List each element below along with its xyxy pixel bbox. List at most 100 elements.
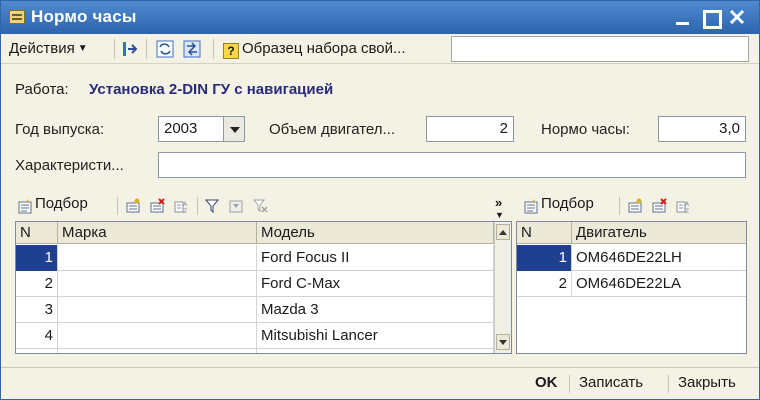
help-label: Образец набора свой...	[242, 40, 406, 57]
scroll-up-button[interactable]	[496, 224, 510, 240]
engine-volume-label: Объем двигател...	[269, 121, 396, 138]
svg-text:Z: Z	[685, 208, 689, 214]
right-pick-button[interactable]: Подбор	[541, 195, 594, 212]
sort-icon[interactable]: A Z	[675, 198, 691, 214]
chevron-down-icon: ▼	[495, 210, 504, 220]
right-grid-header: N Двигатель	[517, 222, 746, 244]
toolbar-search-input[interactable]	[451, 36, 749, 62]
svg-text:A: A	[685, 201, 690, 208]
toolbar-separator	[117, 197, 118, 215]
column-header-brand[interactable]: Марка	[58, 222, 257, 244]
brand-cell[interactable]	[58, 323, 257, 349]
model-cell[interactable]	[257, 349, 494, 353]
help-icon: ?	[223, 43, 239, 59]
svg-text:Z: Z	[183, 208, 187, 214]
window-title: Нормо часы	[31, 7, 137, 26]
clear-filter-icon[interactable]	[252, 198, 268, 214]
row-number[interactable]	[16, 349, 58, 353]
engine-volume-field[interactable]: 2	[426, 116, 514, 142]
ok-button[interactable]: OK	[535, 374, 558, 391]
row-number[interactable]: 4	[16, 323, 58, 349]
bottom-bar: OK Записать Закрыть	[1, 367, 759, 399]
table-row[interactable]: 2 OM646DE22LA	[517, 271, 746, 297]
right-grid: N Двигатель 1 OM646DE22LH 2 OM646DE22LA	[516, 221, 747, 354]
engine-cell[interactable]: OM646DE22LA	[572, 271, 746, 297]
help-button[interactable]: ? Образец набора свой...	[223, 40, 406, 59]
chevron-down-icon: ▼	[77, 43, 88, 54]
brand-cell[interactable]	[58, 349, 257, 353]
characteristics-label: Характеристи...	[15, 157, 124, 174]
work-label: Работа:	[15, 81, 69, 98]
engine-cell[interactable]: OM646DE22LH	[572, 245, 746, 271]
model-cell[interactable]: Ford C-Max	[257, 271, 494, 297]
sort-icon[interactable]: A Z	[173, 198, 189, 214]
table-row[interactable]: 2 Ford C-Max	[16, 271, 494, 297]
close-window-button[interactable]	[725, 5, 749, 29]
select-icon[interactable]	[122, 40, 140, 58]
characteristics-field[interactable]	[158, 152, 746, 178]
table-row[interactable]: 4 Mitsubishi Lancer	[16, 323, 494, 349]
refresh-icon[interactable]	[156, 40, 174, 58]
toolbar-separator	[197, 197, 198, 215]
window: Нормо часы Действия ▼ ? Образец набора с…	[0, 0, 760, 400]
scroll-down-button[interactable]	[496, 334, 510, 350]
button-separator	[668, 375, 669, 393]
delete-row-icon[interactable]	[651, 198, 667, 214]
add-row-icon[interactable]	[627, 198, 643, 214]
left-pick-button[interactable]: Подбор	[35, 195, 88, 212]
model-cell[interactable]: Mitsubishi Lancer	[257, 323, 494, 349]
save-button[interactable]: Записать	[579, 374, 643, 391]
maximize-button[interactable]	[698, 5, 722, 29]
table-row[interactable]	[16, 349, 494, 353]
column-header-engine[interactable]: Двигатель	[572, 222, 746, 244]
toolbar-separator	[619, 197, 620, 215]
year-field[interactable]: 2003	[158, 116, 224, 142]
row-number[interactable]: 1	[16, 245, 58, 271]
toolbar-separator	[146, 39, 147, 59]
column-header-model[interactable]: Модель	[257, 222, 494, 244]
left-grid-scrollbar[interactable]	[494, 222, 511, 353]
row-number[interactable]: 2	[517, 271, 572, 297]
close-icon	[729, 9, 745, 25]
norm-hours-label: Нормо часы:	[541, 121, 630, 138]
model-cell[interactable]: Mazda 3	[257, 297, 494, 323]
add-row-icon[interactable]	[125, 198, 141, 214]
year-label: Год выпуска:	[15, 121, 105, 138]
column-header-n[interactable]: N	[16, 222, 58, 244]
close-button[interactable]: Закрыть	[678, 374, 736, 391]
delete-row-icon[interactable]	[149, 198, 165, 214]
svg-text:A: A	[183, 201, 188, 208]
right-grid-toolbar: Подбор A Z	[523, 195, 753, 219]
toolbar: Действия ▼ ? Образец набора свой...	[1, 34, 759, 64]
filter-icon[interactable]	[204, 198, 220, 214]
toolbar-separator	[114, 39, 115, 59]
year-dropdown-button[interactable]	[223, 116, 245, 142]
copy-move-icon[interactable]	[183, 40, 201, 58]
actions-menu[interactable]: Действия ▼	[9, 40, 88, 57]
pick-icon	[18, 199, 32, 214]
brand-cell[interactable]	[58, 245, 257, 271]
brand-cell[interactable]	[58, 271, 257, 297]
work-value: Установка 2-DIN ГУ с навигацией	[89, 81, 334, 98]
row-number[interactable]: 3	[16, 297, 58, 323]
title-bar: Нормо часы	[1, 1, 759, 34]
table-row[interactable]: 1 Ford Focus II	[16, 245, 494, 271]
brand-cell[interactable]	[58, 297, 257, 323]
table-row[interactable]: 1 OM646DE22LH	[517, 245, 746, 271]
minimize-button[interactable]	[671, 5, 695, 29]
row-number[interactable]: 2	[16, 271, 58, 297]
form-icon	[9, 10, 25, 24]
filter-value-icon[interactable]	[228, 198, 244, 214]
left-grid-toolbar: Подбор A Z	[17, 195, 487, 219]
chevron-right-icon: »	[495, 195, 503, 210]
table-row[interactable]: 3 Mazda 3	[16, 297, 494, 323]
toolbar-separator	[213, 39, 214, 59]
pick-icon	[524, 199, 538, 214]
splitter[interactable]: » ▼	[495, 195, 504, 220]
model-cell[interactable]: Ford Focus II	[257, 245, 494, 271]
actions-label: Действия	[9, 40, 75, 57]
button-separator	[569, 375, 570, 393]
row-number[interactable]: 1	[517, 245, 572, 271]
column-header-n[interactable]: N	[517, 222, 572, 244]
norm-hours-field[interactable]: 3,0	[658, 116, 746, 142]
